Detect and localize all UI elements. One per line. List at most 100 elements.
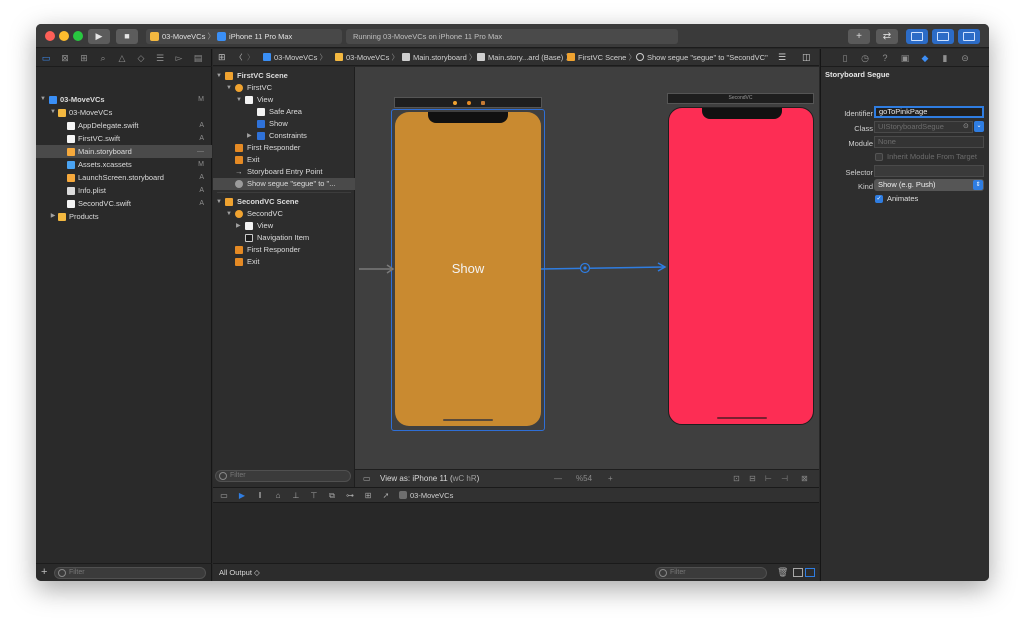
view-as-button[interactable]: View as: iPhone 11 (wC hR) <box>380 470 479 487</box>
animates-checkbox[interactable]: ✓ <box>875 195 883 203</box>
minimize-window-button[interactable] <box>59 31 69 41</box>
test-icon[interactable]: ◇ <box>135 52 147 64</box>
jump-storyboard[interactable]: Main.storyboard 〉 <box>402 49 476 66</box>
disclosure-open-icon[interactable]: ▼ <box>216 196 222 208</box>
hide-debug-area-icon[interactable]: ▭ <box>219 491 229 501</box>
kind-popup[interactable]: Show (e.g. Push) ⇕ <box>874 179 984 191</box>
align-icon[interactable]: ⊢ <box>765 470 772 487</box>
outline-row[interactable]: ▶ View <box>213 220 355 232</box>
tree-row-folder[interactable]: ▶ Products <box>36 210 212 223</box>
outline-row[interactable]: → Storyboard Entry Point <box>213 166 355 178</box>
breakpoint-icon[interactable]: ▻ <box>173 52 185 64</box>
size-icon[interactable]: ▮ <box>939 52 951 64</box>
tree-row-file[interactable]: Info.plist A <box>36 184 212 197</box>
file-icon[interactable]: ▯ <box>839 52 851 64</box>
tree-row-file[interactable]: LaunchScreen.storyboard A <box>36 171 212 184</box>
add-constraints-icon[interactable]: ⊣ <box>781 470 788 487</box>
output-selector[interactable]: All Output ◇ <box>219 564 260 581</box>
disclosure-open-icon[interactable]: ▼ <box>226 82 232 94</box>
pause-icon[interactable]: ‖ <box>255 491 265 501</box>
report-icon[interactable]: ▤ <box>192 52 204 64</box>
tree-row-folder[interactable]: ▼ 03-MoveVCs <box>36 106 212 119</box>
run-button[interactable]: ▶ <box>88 29 110 44</box>
console-filter-input[interactable]: Filter <box>655 567 767 579</box>
back-button[interactable]: 〈 <box>235 49 243 66</box>
firstvc-scene-dock[interactable] <box>394 97 542 108</box>
step-into-icon[interactable]: ⊥ <box>291 491 301 501</box>
debug-target[interactable]: 03-MoveVCs <box>399 488 453 503</box>
outline-row-selected[interactable]: Show segue "segue" to "... <box>213 178 355 190</box>
show-button[interactable]: Show <box>428 261 508 276</box>
disclosure-open-icon[interactable]: ▼ <box>226 208 232 220</box>
step-out-icon[interactable]: ⊤ <box>309 491 319 501</box>
outline-row[interactable]: ▶ Constraints <box>213 130 355 142</box>
tree-row-file[interactable]: SecondVC.swift A <box>36 197 212 210</box>
find-icon[interactable]: ⌕ <box>97 52 109 64</box>
close-window-button[interactable] <box>45 31 55 41</box>
outline-row[interactable]: Safe Area <box>213 106 355 118</box>
connections-icon[interactable]: ⊝ <box>959 52 971 64</box>
grid-icon[interactable]: ⊞ <box>218 49 226 66</box>
history-icon[interactable]: ◷ <box>859 52 871 64</box>
debug-console[interactable] <box>213 503 819 563</box>
disclosure-closed-icon[interactable]: ▶ <box>236 220 241 232</box>
identity-icon[interactable]: ▣ <box>899 52 911 64</box>
disclosure-closed-icon[interactable]: ▶ <box>247 130 252 142</box>
issue-icon[interactable]: △ <box>116 52 128 64</box>
memory-graph-icon[interactable]: ⊶ <box>345 491 355 501</box>
folder-icon[interactable]: ▭ <box>40 52 52 64</box>
module-field[interactable]: None <box>874 136 984 148</box>
attributes-icon[interactable]: ◆ <box>919 52 931 64</box>
toggle-navigator-button[interactable] <box>906 29 928 44</box>
outline-row[interactable]: Show <box>213 118 355 130</box>
outline-row-scene[interactable]: ▼ FirstVC Scene <box>213 70 355 82</box>
stop-button[interactable]: ■ <box>116 29 138 44</box>
tree-row-file[interactable]: AppDelegate.swift A <box>36 119 212 132</box>
outline-row[interactable]: Exit <box>213 256 355 268</box>
source-control-icon[interactable]: ⊠ <box>59 52 71 64</box>
tree-row-file[interactable]: FirstVC.swift A <box>36 132 212 145</box>
jump-project[interactable]: 03-MoveVCs 〉 <box>263 49 327 66</box>
jump-segue[interactable]: Show segue "segue" to "SecondVC" <box>636 49 768 66</box>
jump-base[interactable]: Main.story...ard (Base) 〉 <box>477 49 573 66</box>
identifier-field[interactable]: goToPinkPage <box>874 106 984 118</box>
variables-view-icon[interactable] <box>793 568 803 577</box>
outline-row[interactable]: Navigation Item <box>213 232 355 244</box>
selector-field[interactable] <box>874 165 984 177</box>
jump-folder[interactable]: 03-MoveVCs 〉 <box>335 49 399 66</box>
tree-row-project[interactable]: ▼ 03-MoveVCs M <box>36 93 212 106</box>
disclosure-open-icon[interactable]: ▼ <box>236 94 242 106</box>
outline-row-scene[interactable]: ▼ SecondVC Scene <box>213 196 355 208</box>
trash-icon[interactable]: 🗑 <box>777 564 788 581</box>
zoom-in-button[interactable]: + <box>608 470 613 487</box>
secondvc-view[interactable] <box>668 107 814 425</box>
step-over-icon[interactable]: ⌂ <box>273 491 283 501</box>
inherit-module-checkbox[interactable] <box>875 153 883 161</box>
outline-filter-input[interactable]: Filter <box>215 470 351 482</box>
disclosure-open-icon[interactable]: ▼ <box>39 93 47 106</box>
forward-button[interactable]: 〉 <box>247 49 255 66</box>
disclosure-closed-icon[interactable]: ▶ <box>49 210 57 223</box>
segue-arrow[interactable] <box>541 260 669 276</box>
tree-row-file[interactable]: Assets.xcassets M <box>36 158 212 171</box>
simulate-location-icon[interactable]: ➚ <box>381 491 391 501</box>
disclosure-open-icon[interactable]: ▼ <box>216 70 222 82</box>
breakpoints-toggle-icon[interactable]: ▶ <box>237 491 247 501</box>
split-editor-icon[interactable]: ◫ <box>802 49 811 66</box>
code-review-button[interactable]: ⇄ <box>876 29 898 44</box>
disclosure-open-icon[interactable]: ▼ <box>49 106 57 119</box>
outline-row[interactable]: ▼ SecondVC <box>213 208 355 220</box>
update-frames-icon[interactable]: ⊡ <box>733 470 740 487</box>
editor-options-icon[interactable]: ☰ <box>778 49 786 66</box>
scheme-selector[interactable]: 03-MoveVCs 〉 iPhone 11 Pro Max <box>146 29 342 44</box>
zoom-window-button[interactable] <box>73 31 83 41</box>
sidebar-toggle-icon[interactable]: ▭ <box>363 470 371 487</box>
symbol-icon[interactable]: ⊞ <box>78 52 90 64</box>
class-dropdown-icon[interactable]: ⌄ <box>974 121 984 132</box>
storyboard-canvas[interactable]: Show SecondVC <box>355 67 819 469</box>
resolve-issues-icon[interactable]: ⊠ <box>801 470 808 487</box>
outline-row[interactable]: Exit <box>213 154 355 166</box>
view-hierarchy-icon[interactable]: ⧉ <box>327 491 337 501</box>
library-button[interactable]: + <box>848 29 870 44</box>
class-field[interactable]: UIStoryboardSegue <box>874 121 973 133</box>
